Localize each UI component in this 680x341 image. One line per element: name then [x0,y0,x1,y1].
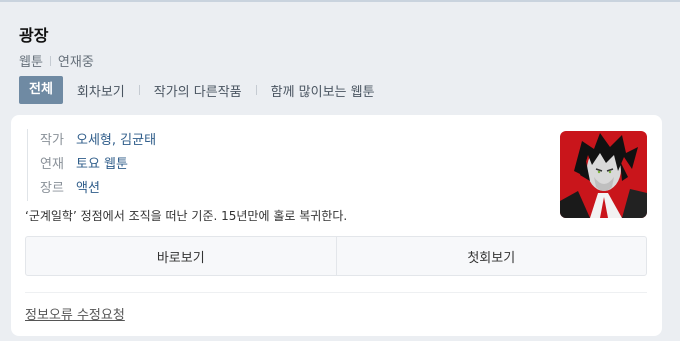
tab-divider [255,85,257,95]
genre-label: 장르 [40,181,64,196]
tab-all[interactable]: 전체 [19,76,63,104]
thumbnail-art [560,131,647,218]
meta-line: 웹툰 연재중 [19,51,94,70]
meta-status: 연재중 [57,55,94,70]
genre-link[interactable]: 액션 [76,177,100,201]
tab-related[interactable]: 함께 많이보는 웹툰 [271,81,375,100]
tab-episodes[interactable]: 회차보기 [77,81,125,100]
action-buttons: 바로보기 첫회보기 [25,236,647,276]
webtoon-thumbnail[interactable] [560,131,647,218]
report-error-link[interactable]: 정보오류 수정요청 [25,304,125,323]
webtoon-panel: 광장 웹툰 연재중 전체 회차보기 작가의 다른작품 함께 많이보는 웹툰 작가… [0,0,680,341]
synopsis: ‘군계일학’ 정점에서 조직을 떠난 기준. 15년만에 홀로 복귀한다. [25,209,348,223]
info-row-genre: 장르 액션 [40,177,156,201]
schedule-link[interactable]: 토요 웹툰 [76,153,128,177]
first-episode-button[interactable]: 첫회보기 [335,237,647,275]
page-title: 광장 [19,26,49,45]
meta-divider [49,55,51,66]
info-card: 작가 오세형, 김균태 연재 토요 웹툰 장르 액션 ‘군계일학’ 정점에서 조… [11,115,662,336]
read-now-button[interactable]: 바로보기 [26,237,336,275]
card-divider [25,292,647,293]
info-row-schedule: 연재 토요 웹툰 [40,153,156,177]
info-list: 작가 오세형, 김균태 연재 토요 웹툰 장르 액션 [27,129,156,201]
tab-divider [138,85,140,95]
tab-bar: 전체 회차보기 작가의 다른작품 함께 많이보는 웹툰 [19,76,375,104]
schedule-label: 연재 [40,157,64,172]
tab-author-works[interactable]: 작가의 다른작품 [154,81,242,100]
meta-type: 웹툰 [19,55,43,70]
author-label: 작가 [40,133,64,148]
info-row-author: 작가 오세형, 김균태 [40,129,156,153]
author-link[interactable]: 오세형, 김균태 [76,129,156,153]
